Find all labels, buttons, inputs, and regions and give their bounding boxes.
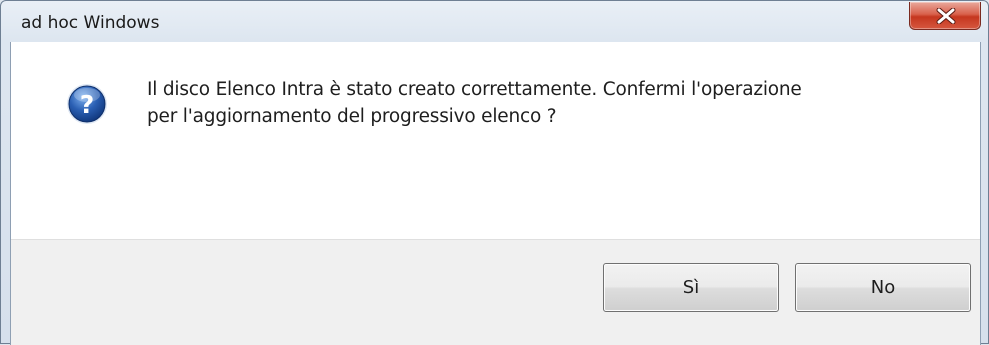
- close-button[interactable]: [909, 2, 981, 30]
- message-line: per l'aggiornamento del progressivo elen…: [147, 106, 557, 127]
- yes-button[interactable]: Sì: [603, 263, 779, 312]
- no-button[interactable]: No: [795, 263, 971, 312]
- close-icon: [936, 8, 956, 24]
- dialog-window: ad hoc Windows ? Il disco Elenco Intra è…: [0, 0, 989, 345]
- dialog-message: Il disco Elenco Intra è stato creato cor…: [147, 76, 802, 130]
- message-line: Il disco Elenco Intra è stato creato cor…: [147, 79, 802, 100]
- question-icon: ?: [67, 84, 107, 124]
- window-title: ad hoc Windows: [21, 13, 160, 33]
- svg-text:?: ?: [80, 90, 95, 119]
- title-bar[interactable]: ad hoc Windows: [1, 1, 988, 41]
